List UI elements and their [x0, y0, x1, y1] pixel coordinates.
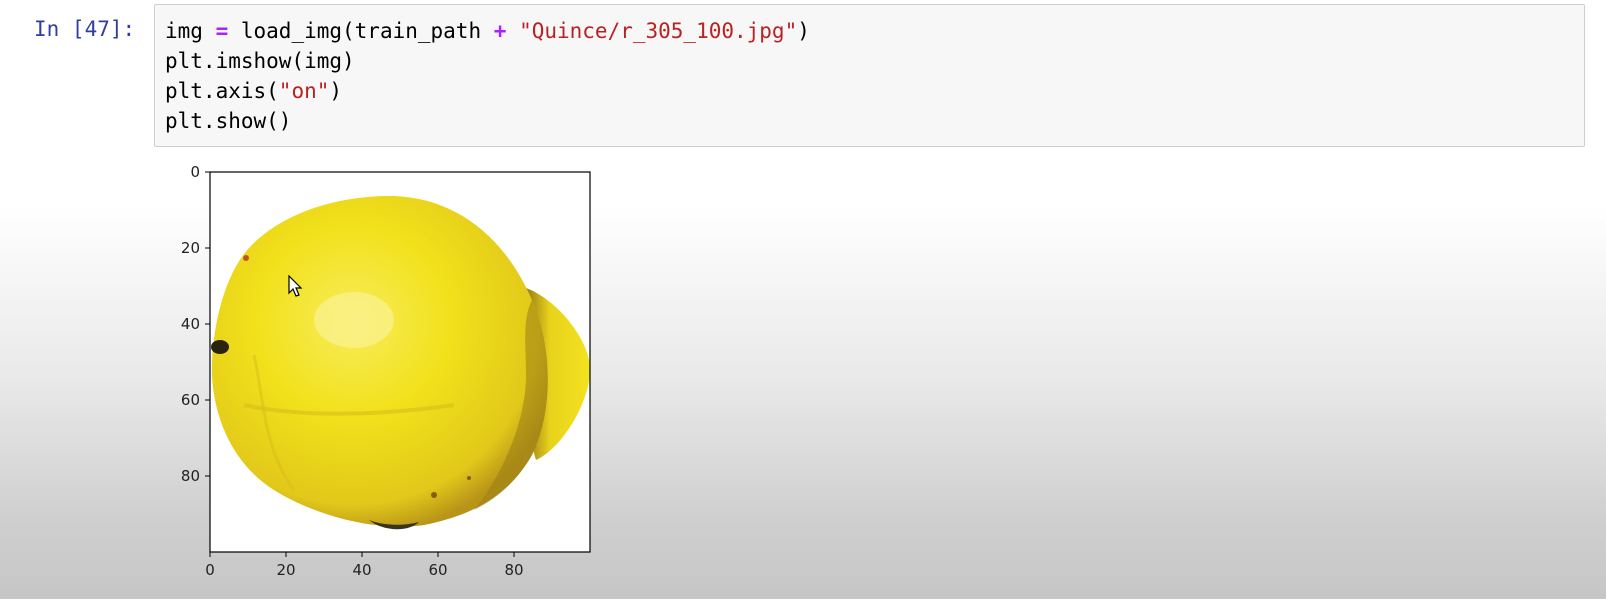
code-line: plt.imshow(img) [165, 49, 355, 73]
imshow-plot: 0 20 40 60 80 0 20 40 60 80 [181, 163, 591, 579]
x-tick-label: 0 [205, 561, 215, 579]
y-tick-label: 40 [181, 315, 200, 333]
mouse-cursor-icon [288, 275, 303, 297]
y-tick-label: 20 [181, 239, 200, 257]
y-axis: 0 20 40 60 80 [181, 163, 210, 485]
x-tick-label: 80 [504, 561, 523, 579]
code-token: plt.imshow(img) [165, 49, 355, 73]
code-token: ) [797, 19, 810, 43]
code-string: "Quince/r_305_100.jpg" [519, 19, 798, 43]
code-line: plt.show() [165, 109, 291, 133]
code-string: "on" [278, 79, 330, 103]
code-cell-input[interactable]: img = load_img(train_path + "Quince/r_30… [154, 4, 1585, 147]
cell-output: 0 20 40 60 80 0 20 40 60 80 [154, 160, 654, 599]
cell-prompt: In [47]: [34, 17, 136, 41]
code-token: plt.axis( [165, 79, 279, 103]
code-token: ) [329, 79, 343, 103]
code-operator: = [215, 19, 229, 43]
code-line: plt.axis("on") [165, 79, 342, 103]
code-token: load_img(train_path [228, 19, 494, 43]
x-tick-label: 40 [352, 561, 371, 579]
code-editor[interactable]: img = load_img(train_path + "Quince/r_30… [165, 16, 810, 136]
y-tick-label: 80 [181, 467, 200, 485]
code-token: plt.show() [165, 109, 292, 133]
code-line: img = load_img(train_path + "Quince/r_30… [165, 19, 810, 43]
x-tick-label: 60 [428, 561, 447, 579]
y-tick-label: 60 [181, 391, 200, 409]
x-axis: 0 20 40 60 80 [205, 552, 524, 579]
code-operator: + [493, 19, 507, 43]
code-token: img [165, 19, 216, 43]
x-tick-label: 20 [276, 561, 295, 579]
y-tick-label: 0 [190, 163, 200, 181]
